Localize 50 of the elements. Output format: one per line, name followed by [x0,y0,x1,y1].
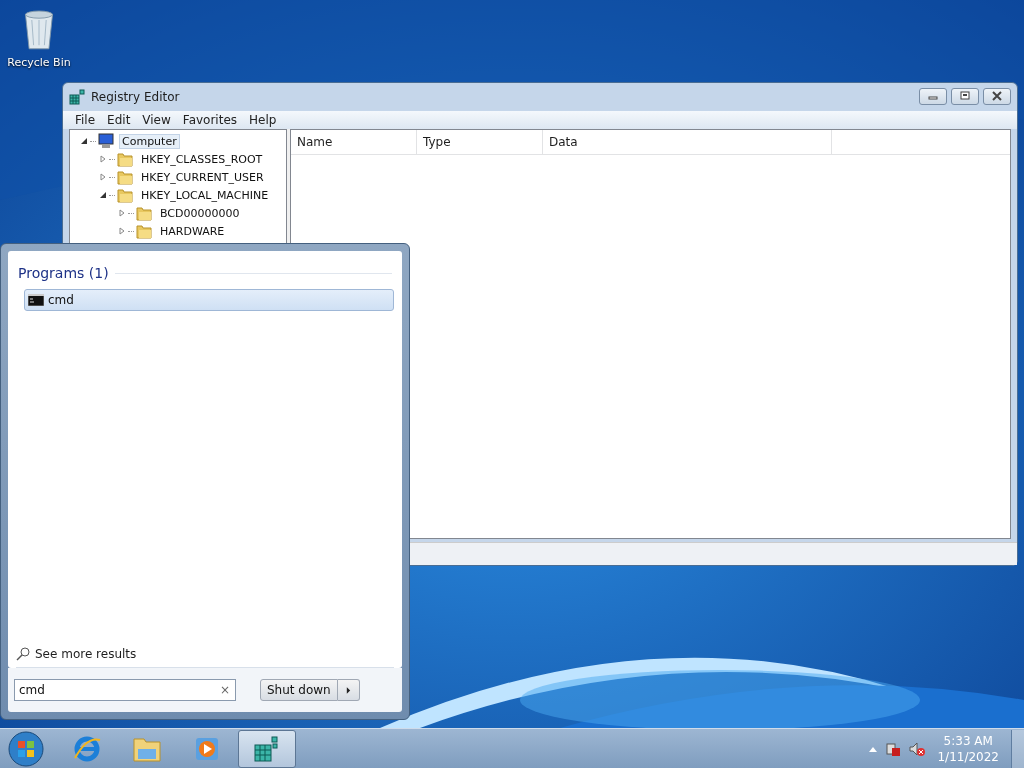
collapsed-arrow-icon[interactable] [99,173,107,181]
taskbar-button[interactable] [238,729,296,768]
tree-item[interactable]: HKEY_CLASSES_ROOT [138,151,266,167]
search-result[interactable]: cmd [24,289,394,311]
tree-item[interactable]: Computer [119,133,180,149]
folder-icon [117,187,133,203]
desktop-icon-label[interactable]: Recycle Bin [7,56,71,69]
folder-icon [136,223,152,239]
search-icon [16,647,30,661]
shut-down-options-button[interactable] [337,679,360,701]
maximize-icon [960,91,970,101]
folder-icon [136,205,152,221]
clear-button[interactable]: × [214,683,235,697]
tree-item[interactable]: HKEY_LOCAL_MACHINE [138,187,272,203]
menu-item[interactable]: Favorites [176,113,244,127]
speaker-muted-icon[interactable] [909,740,926,757]
tree-item[interactable]: BCD00000000 [157,205,243,221]
column-header[interactable]: Name [291,130,417,154]
expanded-arrow-icon[interactable] [80,137,88,145]
registry-cubes-icon [69,89,85,105]
computer-icon [98,133,114,149]
expanded-arrow-icon[interactable] [99,191,107,199]
menu-item[interactable]: File [69,113,102,127]
search-field[interactable]: cmd × [14,679,236,701]
group-heading: Programs (1) [18,265,109,281]
caret-icon [345,686,351,694]
menu-item[interactable]: View [136,113,177,127]
column-header[interactable]: Type [417,130,543,154]
close-button[interactable] [983,87,1011,105]
window-title: Registry Editor [91,90,180,104]
menu-item[interactable]: Edit [101,113,137,127]
show-desktop-button[interactable] [1011,729,1024,768]
see-more-results-link[interactable]: See more results [35,647,137,661]
network-error-icon[interactable] [885,740,902,757]
folder-icon [117,151,133,167]
show-hidden-icons-icon[interactable] [869,745,878,752]
console-icon [28,294,44,306]
menu-item[interactable]: Help [243,113,283,127]
minimize-button[interactable] [919,87,947,105]
close-icon [992,91,1002,101]
column-header[interactable]: Data [543,130,832,154]
folder-icon [117,169,133,185]
maximize-button[interactable] [951,87,979,105]
shut-down-button[interactable]: Shut down [260,679,338,701]
tree-item[interactable]: HKEY_CURRENT_USER [138,169,267,185]
start-button[interactable] [8,730,44,767]
tree-item[interactable]: HARDWARE [157,223,228,239]
collapsed-arrow-icon[interactable] [118,227,126,235]
collapsed-arrow-icon[interactable] [99,155,107,163]
collapsed-arrow-icon[interactable] [118,209,126,217]
